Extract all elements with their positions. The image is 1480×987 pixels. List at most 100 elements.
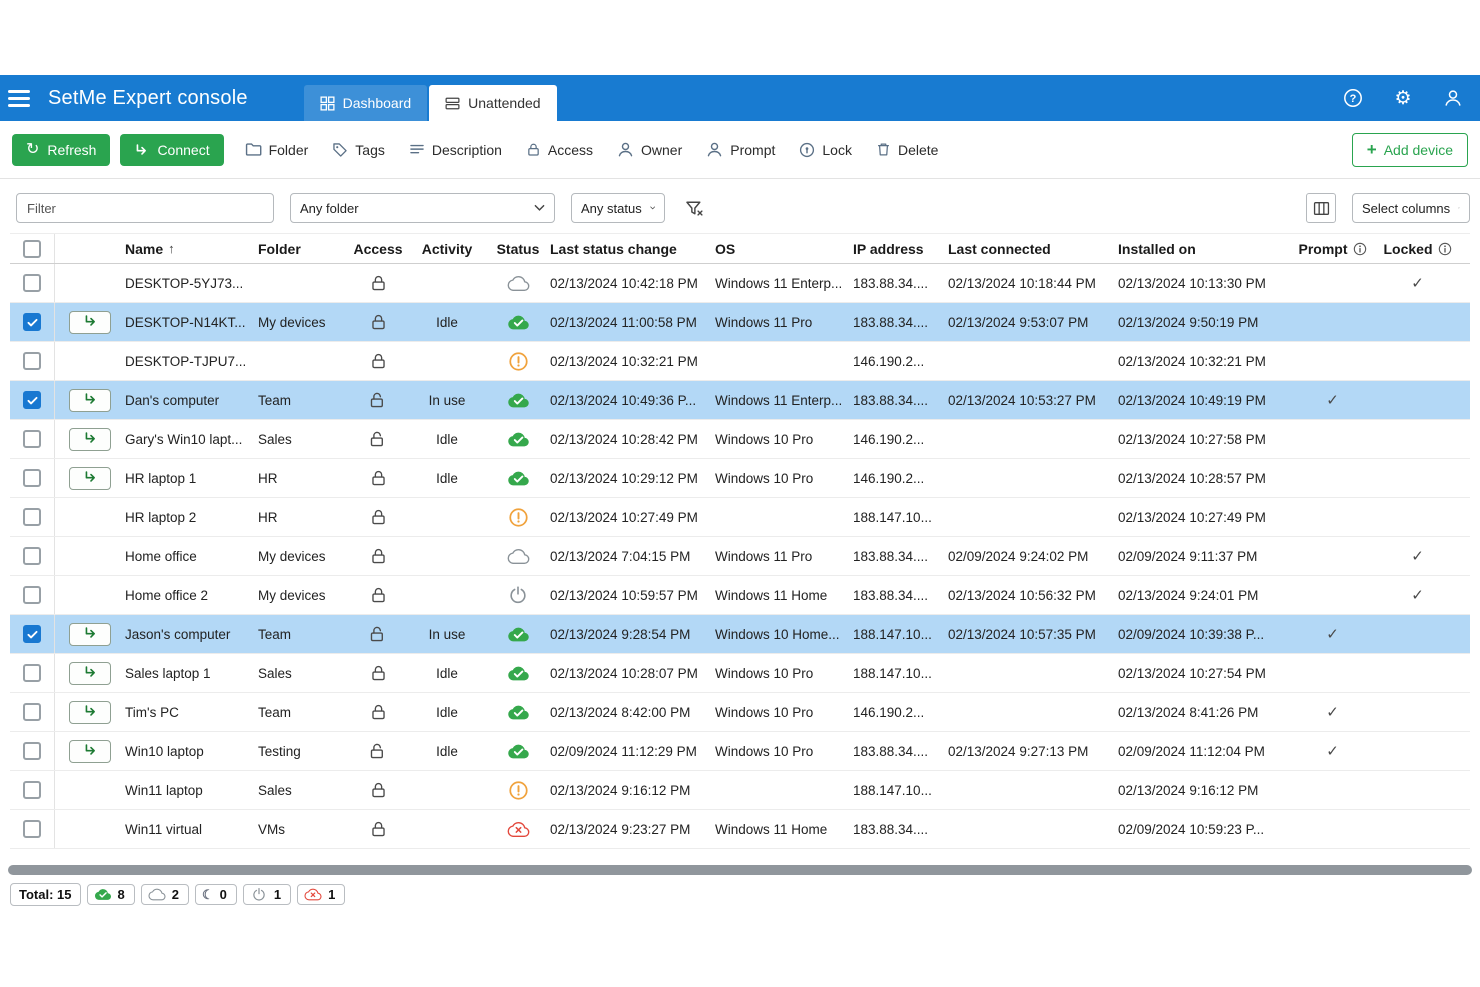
- table-view-button[interactable]: [1306, 193, 1336, 223]
- row-checkbox[interactable]: [23, 430, 41, 448]
- row-connect-button[interactable]: [69, 701, 111, 724]
- count-error[interactable]: 1: [297, 884, 345, 905]
- row-checkbox[interactable]: [23, 352, 41, 370]
- select-columns-dropdown[interactable]: Select columns: [1352, 193, 1470, 223]
- row-connect-button[interactable]: [69, 428, 111, 451]
- cell-last-connected: [948, 420, 1118, 458]
- row-checkbox[interactable]: [23, 547, 41, 565]
- cell-folder: Team: [258, 693, 348, 731]
- column-header-folder[interactable]: Folder: [258, 234, 348, 263]
- count-offline[interactable]: 2: [141, 884, 189, 905]
- tab-dashboard[interactable]: Dashboard: [304, 85, 428, 121]
- table-row[interactable]: Jason's computerTeamIn use02/13/2024 9:2…: [10, 615, 1470, 654]
- row-checkbox[interactable]: [23, 664, 41, 682]
- table-row[interactable]: Win11 laptopSales02/13/2024 9:16:12 PM18…: [10, 771, 1470, 810]
- column-header-activity[interactable]: Activity: [408, 234, 486, 263]
- table-row[interactable]: DESKTOP-N14KT...My devicesIdle02/13/2024…: [10, 303, 1470, 342]
- table-row[interactable]: Tim's PCTeamIdle02/13/2024 8:42:00 PMWin…: [10, 693, 1470, 732]
- cell-last-status-change: 02/13/2024 9:23:27 PM: [550, 810, 715, 848]
- status-online-icon: [486, 381, 550, 419]
- count-power[interactable]: 1: [243, 884, 291, 905]
- access-button[interactable]: Access: [515, 134, 604, 166]
- row-checkbox[interactable]: [23, 703, 41, 721]
- column-header-ip-address[interactable]: IP address: [853, 234, 948, 263]
- row-checkbox[interactable]: [23, 391, 41, 409]
- cell-activity: Idle: [408, 693, 486, 731]
- row-checkbox[interactable]: [23, 586, 41, 604]
- column-header-last-connected[interactable]: Last connected: [948, 234, 1118, 263]
- column-header-prompt[interactable]: Prompt: [1290, 234, 1375, 263]
- folder-button[interactable]: Folder: [234, 134, 320, 166]
- row-connect-button[interactable]: [69, 467, 111, 490]
- lock-screen-icon: [799, 142, 815, 158]
- filter-input[interactable]: [16, 193, 274, 223]
- table-row[interactable]: HR laptop 1HRIdle02/13/2024 10:29:12 PMW…: [10, 459, 1470, 498]
- cell-installed-on: 02/09/2024 11:12:04 PM: [1118, 732, 1290, 770]
- cell-folder: VMs: [258, 810, 348, 848]
- horizontal-scrollbar[interactable]: [8, 865, 1472, 875]
- status-filter-select[interactable]: Any status: [571, 193, 665, 223]
- offline-icon: [148, 887, 166, 902]
- clear-filters-button[interactable]: [681, 195, 707, 221]
- table-row[interactable]: DESKTOP-TJPU7...02/13/2024 10:32:21 PM14…: [10, 342, 1470, 381]
- row-checkbox[interactable]: [23, 313, 41, 331]
- row-checkbox[interactable]: [23, 508, 41, 526]
- table-row[interactable]: DESKTOP-5YJ73...02/13/2024 10:42:18 PMWi…: [10, 264, 1470, 303]
- table-row[interactable]: Home officeMy devices02/13/2024 7:04:15 …: [10, 537, 1470, 576]
- owner-icon: [617, 141, 634, 158]
- cell-installed-on: 02/13/2024 10:13:30 PM: [1118, 264, 1290, 302]
- row-checkbox[interactable]: [23, 820, 41, 838]
- column-header-locked[interactable]: Locked: [1375, 234, 1460, 263]
- cell-prompt: [1290, 459, 1375, 497]
- tab-unattended[interactable]: Unattended: [429, 85, 556, 121]
- row-checkbox[interactable]: [23, 274, 41, 292]
- select-all-checkbox[interactable]: [23, 240, 41, 258]
- table-row[interactable]: Home office 2My devices02/13/2024 10:59:…: [10, 576, 1470, 615]
- account-button[interactable]: [1440, 85, 1466, 111]
- delete-button[interactable]: Delete: [865, 134, 949, 166]
- column-header-access[interactable]: Access: [348, 234, 408, 263]
- unlocked-icon: [348, 381, 408, 419]
- unlocked-icon: [348, 615, 408, 653]
- cell-ip-address: 188.147.10...: [853, 771, 948, 809]
- connect-button[interactable]: Connect: [120, 134, 223, 166]
- cell-activity: In use: [408, 381, 486, 419]
- column-header-name[interactable]: Name ↑: [125, 234, 258, 263]
- lock-button[interactable]: Lock: [788, 134, 863, 166]
- row-checkbox[interactable]: [23, 742, 41, 760]
- tags-button[interactable]: Tags: [321, 134, 396, 166]
- owner-button[interactable]: Owner: [606, 134, 693, 166]
- prompt-button[interactable]: Prompt: [695, 134, 786, 166]
- add-device-button[interactable]: + Add device: [1352, 133, 1468, 167]
- table-row[interactable]: Win11 virtualVMs02/13/2024 9:23:27 PMWin…: [10, 810, 1470, 849]
- menu-button[interactable]: [8, 83, 38, 113]
- row-checkbox[interactable]: [23, 625, 41, 643]
- cell-prompt: [1290, 342, 1375, 380]
- folder-filter-select[interactable]: Any folder: [290, 193, 555, 223]
- table-row[interactable]: Gary's Win10 lapt...SalesIdle02/13/2024 …: [10, 420, 1470, 459]
- count-online[interactable]: 8: [87, 884, 135, 905]
- cell-locked: [1375, 654, 1460, 692]
- help-button[interactable]: ?: [1340, 85, 1366, 111]
- row-connect-button[interactable]: [69, 662, 111, 685]
- column-header-last-status-change[interactable]: Last status change: [550, 234, 715, 263]
- settings-button[interactable]: ⚙: [1390, 85, 1416, 111]
- column-header-status[interactable]: Status: [486, 234, 550, 263]
- table-row[interactable]: HR laptop 2HR02/13/2024 10:27:49 PM188.1…: [10, 498, 1470, 537]
- column-header-os[interactable]: OS: [715, 234, 853, 263]
- table-row[interactable]: Dan's computerTeamIn use02/13/2024 10:49…: [10, 381, 1470, 420]
- description-button[interactable]: Description: [398, 134, 513, 166]
- table-row[interactable]: Sales laptop 1SalesIdle02/13/2024 10:28:…: [10, 654, 1470, 693]
- cell-last-status-change: 02/13/2024 11:00:58 PM: [550, 303, 715, 341]
- column-header-installed-on[interactable]: Installed on: [1118, 234, 1290, 263]
- plus-icon: +: [1367, 141, 1377, 158]
- row-checkbox[interactable]: [23, 781, 41, 799]
- refresh-button[interactable]: ↻ Refresh: [12, 134, 110, 166]
- row-connect-button[interactable]: [69, 623, 111, 646]
- count-sleep[interactable]: ☾0: [195, 884, 237, 905]
- row-connect-button[interactable]: [69, 740, 111, 763]
- row-connect-button[interactable]: [69, 311, 111, 334]
- row-checkbox[interactable]: [23, 469, 41, 487]
- row-connect-button[interactable]: [69, 389, 111, 412]
- table-row[interactable]: Win10 laptopTestingIdle02/09/2024 11:12:…: [10, 732, 1470, 771]
